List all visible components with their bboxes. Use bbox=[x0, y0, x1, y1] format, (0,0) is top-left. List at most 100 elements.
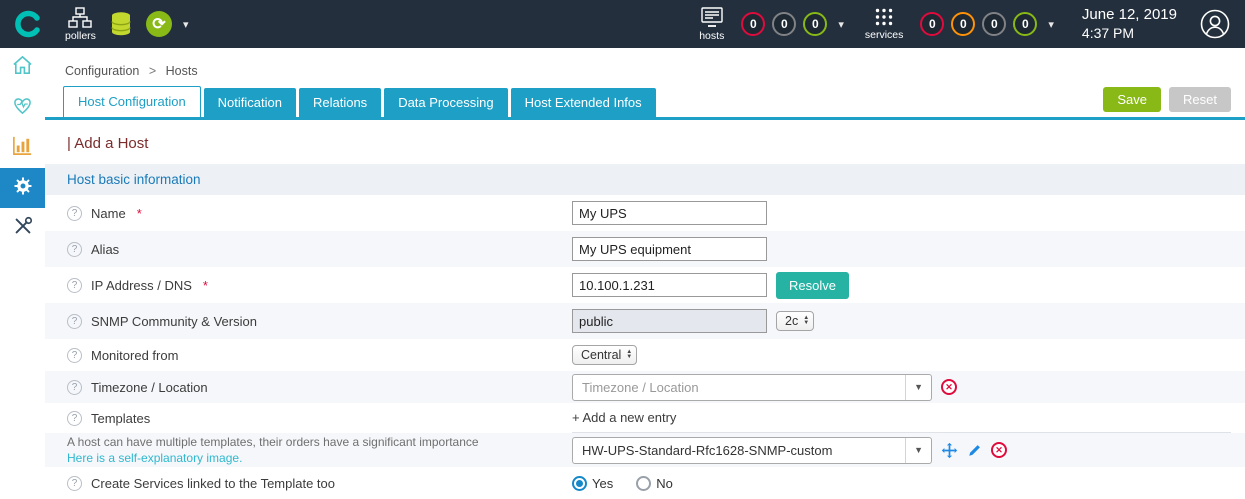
alias-input[interactable] bbox=[572, 237, 767, 261]
pollers-chevron-down-icon[interactable]: ▾ bbox=[183, 18, 189, 31]
timezone-clear-icon[interactable]: ✕ bbox=[941, 379, 957, 395]
tab-relations[interactable]: Relations bbox=[299, 88, 381, 117]
form-row-alias: ? Alias bbox=[45, 231, 1245, 267]
snmp-version-value: 2c bbox=[785, 314, 798, 328]
reset-button[interactable]: Reset bbox=[1169, 87, 1231, 112]
hosts-down-badge[interactable]: 0 bbox=[741, 12, 765, 36]
hosts-icon bbox=[700, 7, 724, 28]
pollers-icon bbox=[68, 7, 92, 28]
tab-host-extended-infos[interactable]: Host Extended Infos bbox=[511, 88, 656, 117]
alias-label-group: ? Alias bbox=[67, 242, 572, 257]
pollers-label: pollers bbox=[65, 30, 96, 42]
resolve-button[interactable]: Resolve bbox=[776, 272, 849, 299]
alias-label: Alias bbox=[91, 242, 119, 257]
snmp-version-select[interactable]: 2c ▲▼ bbox=[776, 311, 814, 331]
help-icon[interactable]: ? bbox=[67, 476, 82, 491]
form-row-timezone: ? Timezone / Location Timezone / Locatio… bbox=[45, 371, 1245, 403]
radio-yes-selected[interactable] bbox=[572, 476, 587, 491]
timezone-placeholder: Timezone / Location bbox=[582, 380, 699, 395]
move-template-icon[interactable] bbox=[941, 442, 958, 459]
gear-icon bbox=[12, 175, 34, 202]
name-label-group: ? Name * bbox=[67, 206, 572, 221]
breadcrumb: Configuration > Hosts bbox=[45, 48, 1245, 86]
user-profile-button[interactable] bbox=[1199, 8, 1231, 40]
database-icon bbox=[110, 11, 132, 37]
dropdown-arrow-icon: ▼ bbox=[905, 375, 931, 400]
select-stepper-icon: ▲▼ bbox=[803, 316, 809, 326]
services-unknown-badge[interactable]: 0 bbox=[982, 12, 1006, 36]
edit-template-pencil-icon[interactable] bbox=[967, 443, 982, 458]
hosts-up-badge[interactable]: 0 bbox=[803, 12, 827, 36]
sync-ok-icon: ⟳ bbox=[146, 11, 172, 37]
snmp-community-input[interactable] bbox=[572, 309, 767, 333]
hosts-chevron-down-icon[interactable]: ▾ bbox=[838, 18, 844, 31]
name-label: Name bbox=[91, 206, 126, 221]
services-warning-badge[interactable]: 0 bbox=[951, 12, 975, 36]
hosts-label: hosts bbox=[699, 30, 724, 42]
delete-template-icon[interactable]: ✕ bbox=[991, 442, 1007, 458]
ip-input[interactable] bbox=[572, 273, 767, 297]
pollers-menu[interactable]: pollers bbox=[65, 7, 96, 42]
select-stepper-icon: ▲▼ bbox=[626, 350, 632, 360]
templates-help-text: A host can have multiple templates, thei… bbox=[67, 435, 479, 449]
form-row-create-services: ? Create Services linked to the Template… bbox=[45, 467, 1245, 499]
form-row-templates: ? Templates + Add a new entry bbox=[45, 403, 1245, 433]
help-icon[interactable]: ? bbox=[67, 380, 82, 395]
snmp-label: SNMP Community & Version bbox=[91, 314, 257, 329]
monitored-from-label-group: ? Monitored from bbox=[67, 348, 572, 363]
create-services-yes-option[interactable]: Yes bbox=[572, 476, 613, 491]
help-icon[interactable]: ? bbox=[67, 206, 82, 221]
date-text: June 12, 2019 bbox=[1082, 6, 1177, 25]
breadcrumb-separator: > bbox=[149, 64, 156, 78]
ip-label-group: ? IP Address / DNS * bbox=[67, 278, 572, 293]
services-critical-badge[interactable]: 0 bbox=[920, 12, 944, 36]
templates-help-link[interactable]: Here is a self-explanatory image. bbox=[67, 451, 479, 465]
top-bar: pollers ⟳ ▾ hosts 0 0 0 ▾ bbox=[0, 0, 1245, 48]
help-icon[interactable]: ? bbox=[67, 348, 82, 363]
hosts-menu[interactable]: hosts bbox=[699, 7, 724, 42]
sidebar-item-administration[interactable] bbox=[0, 208, 45, 248]
save-button[interactable]: Save bbox=[1103, 87, 1161, 112]
breadcrumb-configuration[interactable]: Configuration bbox=[65, 64, 139, 78]
hosts-unreachable-badge[interactable]: 0 bbox=[772, 12, 796, 36]
template-value: HW-UPS-Standard-Rfc1628-SNMP-custom bbox=[582, 443, 832, 458]
tab-bar: Host Configuration Notification Relation… bbox=[45, 86, 1245, 120]
centreon-logo[interactable] bbox=[0, 0, 58, 48]
radio-no[interactable] bbox=[636, 476, 651, 491]
help-icon[interactable]: ? bbox=[67, 314, 82, 329]
create-services-label-group: ? Create Services linked to the Template… bbox=[67, 476, 572, 491]
services-icon bbox=[874, 7, 894, 27]
monitored-from-value: Central bbox=[581, 348, 621, 362]
template-select[interactable]: HW-UPS-Standard-Rfc1628-SNMP-custom ▼ bbox=[572, 437, 932, 464]
breadcrumb-hosts[interactable]: Hosts bbox=[166, 64, 198, 78]
services-chevron-down-icon[interactable]: ▾ bbox=[1048, 18, 1054, 31]
poller-ok-status[interactable]: ⟳ bbox=[146, 11, 172, 37]
dropdown-arrow-icon: ▼ bbox=[905, 438, 931, 463]
sidebar-item-reporting[interactable] bbox=[0, 128, 45, 168]
page-title: | Add a Host bbox=[45, 120, 1245, 164]
help-icon[interactable]: ? bbox=[67, 278, 82, 293]
monitored-from-select[interactable]: Central ▲▼ bbox=[572, 345, 637, 365]
sidebar-item-monitoring[interactable] bbox=[0, 88, 45, 128]
database-status[interactable] bbox=[110, 11, 132, 37]
tools-icon bbox=[12, 215, 34, 242]
time-text: 4:37 PM bbox=[1082, 25, 1177, 43]
tab-data-processing[interactable]: Data Processing bbox=[384, 88, 507, 117]
services-menu[interactable]: services bbox=[865, 7, 904, 41]
name-input[interactable] bbox=[572, 201, 767, 225]
form-row-ip: ? IP Address / DNS * Resolve bbox=[45, 267, 1245, 303]
tab-notification[interactable]: Notification bbox=[204, 88, 296, 117]
services-status-badges: 0 0 0 0 ▾ bbox=[920, 12, 1058, 36]
help-icon[interactable]: ? bbox=[67, 242, 82, 257]
sidebar-item-home[interactable] bbox=[0, 48, 45, 88]
services-ok-badge[interactable]: 0 bbox=[1013, 12, 1037, 36]
create-services-no-option[interactable]: No bbox=[636, 476, 673, 491]
templates-label: Templates bbox=[91, 411, 150, 426]
sidebar-item-configuration[interactable] bbox=[0, 168, 45, 208]
form-row-template-entry: A host can have multiple templates, thei… bbox=[45, 433, 1245, 467]
add-template-entry-link[interactable]: + Add a new entry bbox=[572, 410, 676, 425]
tab-host-configuration[interactable]: Host Configuration bbox=[63, 86, 201, 117]
form-row-snmp: ? SNMP Community & Version 2c ▲▼ bbox=[45, 303, 1245, 339]
help-icon[interactable]: ? bbox=[67, 411, 82, 426]
timezone-select[interactable]: Timezone / Location ▼ bbox=[572, 374, 932, 401]
